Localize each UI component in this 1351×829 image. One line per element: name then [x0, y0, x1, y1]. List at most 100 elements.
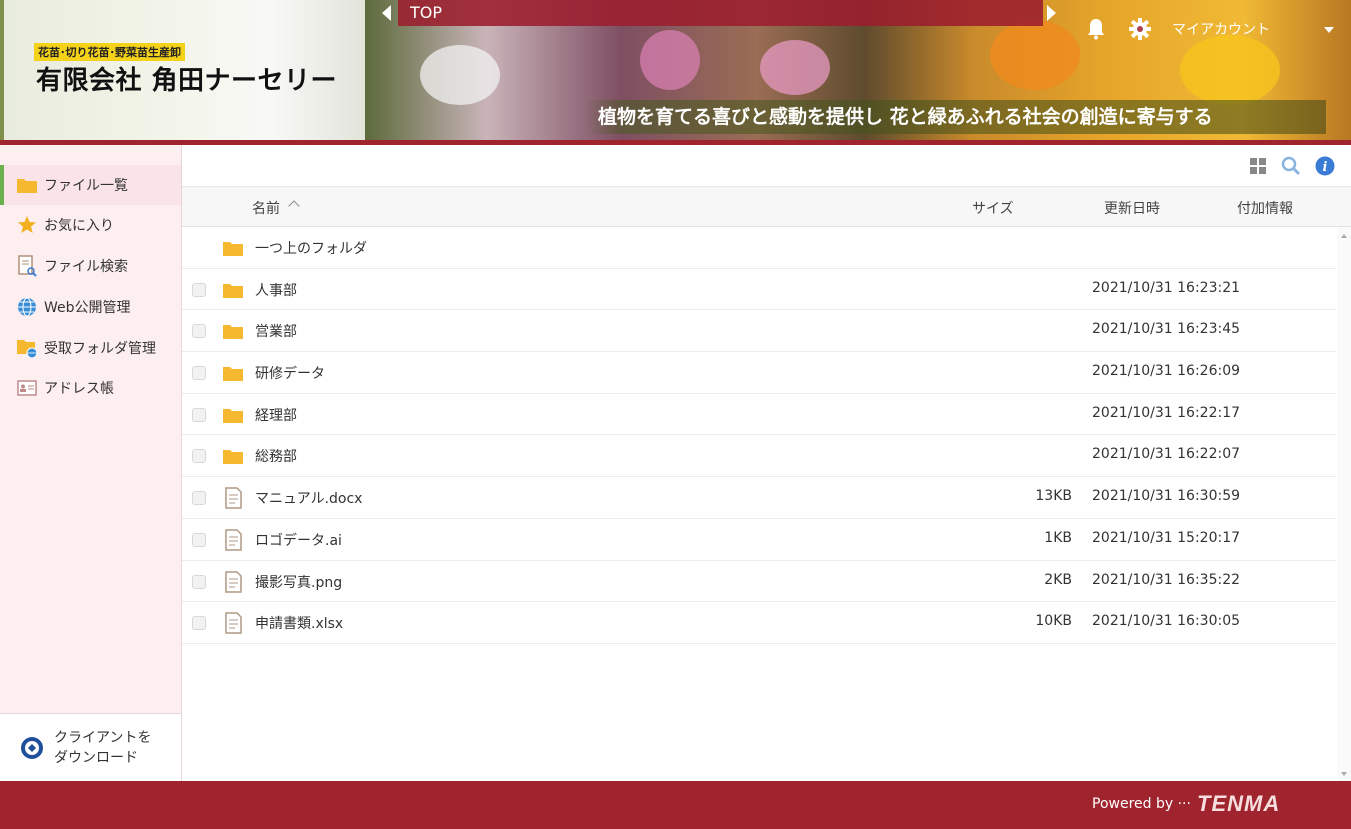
client-download-line2: ダウンロード — [54, 749, 138, 766]
gear-icon[interactable] — [1129, 18, 1151, 40]
row-checkbox[interactable] — [192, 282, 206, 297]
file-name[interactable]: 撮影写真.png — [255, 572, 342, 592]
my-account-menu[interactable]: マイアカウント — [1172, 19, 1270, 39]
file-name[interactable]: マニュアル.docx — [255, 488, 362, 508]
table-row[interactable]: 営業部 2021/10/31 16:23:45 — [182, 310, 1336, 353]
column-header-date[interactable]: 更新日時 — [1104, 198, 1160, 218]
sidebar-item-receive-folder[interactable]: 受取フォルダ管理 — [0, 328, 181, 368]
sidebar-item-favorites[interactable]: お気に入り — [0, 205, 181, 245]
breadcrumb-bar[interactable]: TOP — [398, 0, 1043, 26]
sidebar-item-web-publish[interactable]: Web公開管理 — [0, 287, 181, 327]
sidebar-item-label: ファイル一覧 — [44, 178, 128, 194]
vertical-scrollbar[interactable] — [1337, 227, 1351, 781]
row-checkbox[interactable] — [192, 407, 206, 422]
star-icon — [16, 214, 38, 236]
company-name: 有限会社 角田ナーセリー — [36, 66, 338, 96]
search-icon[interactable] — [1281, 156, 1301, 176]
sidebar-item-label: Web公開管理 — [44, 300, 131, 316]
file-size: 1KB — [1044, 529, 1072, 546]
file-name[interactable]: 経理部 — [255, 405, 297, 425]
table-row[interactable]: 経理部 2021/10/31 16:22:17 — [182, 394, 1336, 436]
flower-decoration — [1180, 35, 1280, 105]
document-icon — [225, 529, 242, 551]
file-size: 2KB — [1044, 571, 1072, 588]
file-search-icon — [16, 255, 38, 277]
svg-text:i: i — [1323, 160, 1328, 175]
document-icon — [225, 570, 242, 593]
file-name[interactable]: 研修データ — [255, 363, 325, 383]
file-date: 2021/10/31 16:22:17 — [1092, 404, 1241, 421]
row-checkbox[interactable] — [192, 366, 206, 381]
powered-by-label: Powered by ··· — [1092, 796, 1191, 812]
file-date: 2021/10/31 16:30:05 — [1092, 613, 1241, 630]
folder-icon — [223, 242, 243, 256]
column-header-size[interactable]: サイズ — [972, 198, 1014, 218]
nav-next-icon[interactable] — [1047, 5, 1056, 21]
file-name[interactable]: ロゴデータ.ai — [255, 530, 342, 550]
row-checkbox[interactable] — [192, 491, 206, 506]
company-tagline: 花苗･切り花苗･野菜苗生産卸 — [34, 43, 185, 61]
column-header-extra[interactable]: 付加情報 — [1237, 198, 1293, 218]
row-checkbox[interactable] — [192, 532, 206, 547]
file-name[interactable]: 総務部 — [255, 446, 297, 466]
row-checkbox[interactable] — [192, 616, 206, 631]
table-row[interactable]: 申請書類.xlsx 10KB 2021/10/31 16:30:05 — [182, 602, 1336, 644]
flower-decoration — [640, 30, 700, 90]
column-header-name[interactable]: 名前 — [252, 198, 280, 218]
sidebar-item-label: ファイル検索 — [44, 259, 128, 275]
sort-ascending-icon[interactable] — [288, 200, 300, 212]
globe-icon — [16, 296, 38, 318]
download-client-button[interactable]: クライアントを ダウンロード — [0, 713, 181, 781]
file-date: 2021/10/31 16:23:45 — [1092, 321, 1241, 338]
file-date: 2021/10/31 16:30:59 — [1092, 488, 1241, 505]
breadcrumb-top[interactable]: TOP — [410, 3, 442, 22]
brand-logo: TENMA — [1197, 791, 1281, 816]
table-row[interactable]: 総務部 2021/10/31 16:22:07 — [182, 435, 1336, 478]
folder-icon — [223, 450, 243, 465]
file-name[interactable]: 申請書類.xlsx — [255, 613, 343, 633]
row-checkbox[interactable] — [192, 324, 206, 339]
folder-icon — [223, 283, 243, 298]
sidebar-item-file-list[interactable]: ファイル一覧 — [0, 165, 181, 205]
file-date: 2021/10/31 16:26:09 — [1092, 363, 1241, 380]
flower-decoration — [420, 45, 500, 105]
toolbar: i — [182, 145, 1351, 187]
header-banner: 花苗･切り花苗･野菜苗生産卸 有限会社 角田ナーセリー 植物を育てる喜びと感動を… — [0, 0, 1351, 140]
scroll-down-icon[interactable] — [1341, 772, 1347, 776]
folder-icon — [16, 174, 38, 196]
sidebar-item-file-search[interactable]: ファイル検索 — [0, 246, 181, 286]
table-row[interactable]: ロゴデータ.ai 1KB 2021/10/31 15:20:17 — [182, 519, 1336, 561]
column-header-row: 名前 サイズ 更新日時 付加情報 — [182, 187, 1351, 227]
folder-globe-icon — [16, 337, 38, 359]
document-icon — [225, 612, 242, 634]
info-icon[interactable]: i — [1315, 156, 1335, 176]
file-name[interactable]: 営業部 — [255, 321, 297, 341]
file-list-panel: i 名前 サイズ 更新日時 付加情報 一つ上のフォルダ 人事部 2021/10/… — [182, 145, 1351, 781]
table-row[interactable]: マニュアル.docx 13KB 2021/10/31 16:30:59 — [182, 477, 1336, 519]
scroll-up-icon[interactable] — [1341, 234, 1347, 238]
table-row[interactable]: 撮影写真.png 2KB 2021/10/31 16:35:22 — [182, 561, 1336, 603]
row-checkbox[interactable] — [192, 449, 206, 464]
table-row[interactable]: 研修データ 2021/10/31 16:26:09 — [182, 352, 1336, 394]
nav-prev-icon[interactable] — [382, 5, 391, 21]
sidebar: ファイル一覧 お気に入り ファイル検索 Web公開管理 受取フォルダ管理 アドレ… — [0, 145, 182, 781]
sidebar-item-address-book[interactable]: アドレス帳 — [0, 368, 181, 408]
parent-folder-row[interactable]: 一つ上のフォルダ — [182, 227, 1336, 269]
table-row[interactable]: 人事部 2021/10/31 16:23:21 — [182, 269, 1336, 311]
folder-icon — [223, 367, 243, 382]
sidebar-item-label: 受取フォルダ管理 — [44, 341, 156, 357]
footer: Powered by ··· TENMA — [0, 781, 1351, 829]
sidebar-item-label: アドレス帳 — [44, 381, 114, 397]
file-name[interactable]: 人事部 — [255, 280, 297, 300]
row-checkbox[interactable] — [192, 574, 206, 589]
file-date: 2021/10/31 15:20:17 — [1092, 529, 1241, 546]
grid-view-icon[interactable] — [1248, 156, 1268, 176]
flower-decoration — [990, 20, 1080, 90]
address-card-icon — [16, 377, 38, 399]
document-icon — [225, 487, 242, 509]
sidebar-item-label: お気に入り — [44, 218, 114, 234]
parent-folder-label[interactable]: 一つ上のフォルダ — [255, 238, 367, 258]
folder-icon — [223, 325, 243, 340]
chevron-down-icon[interactable] — [1324, 27, 1334, 33]
bell-icon[interactable] — [1086, 18, 1106, 40]
